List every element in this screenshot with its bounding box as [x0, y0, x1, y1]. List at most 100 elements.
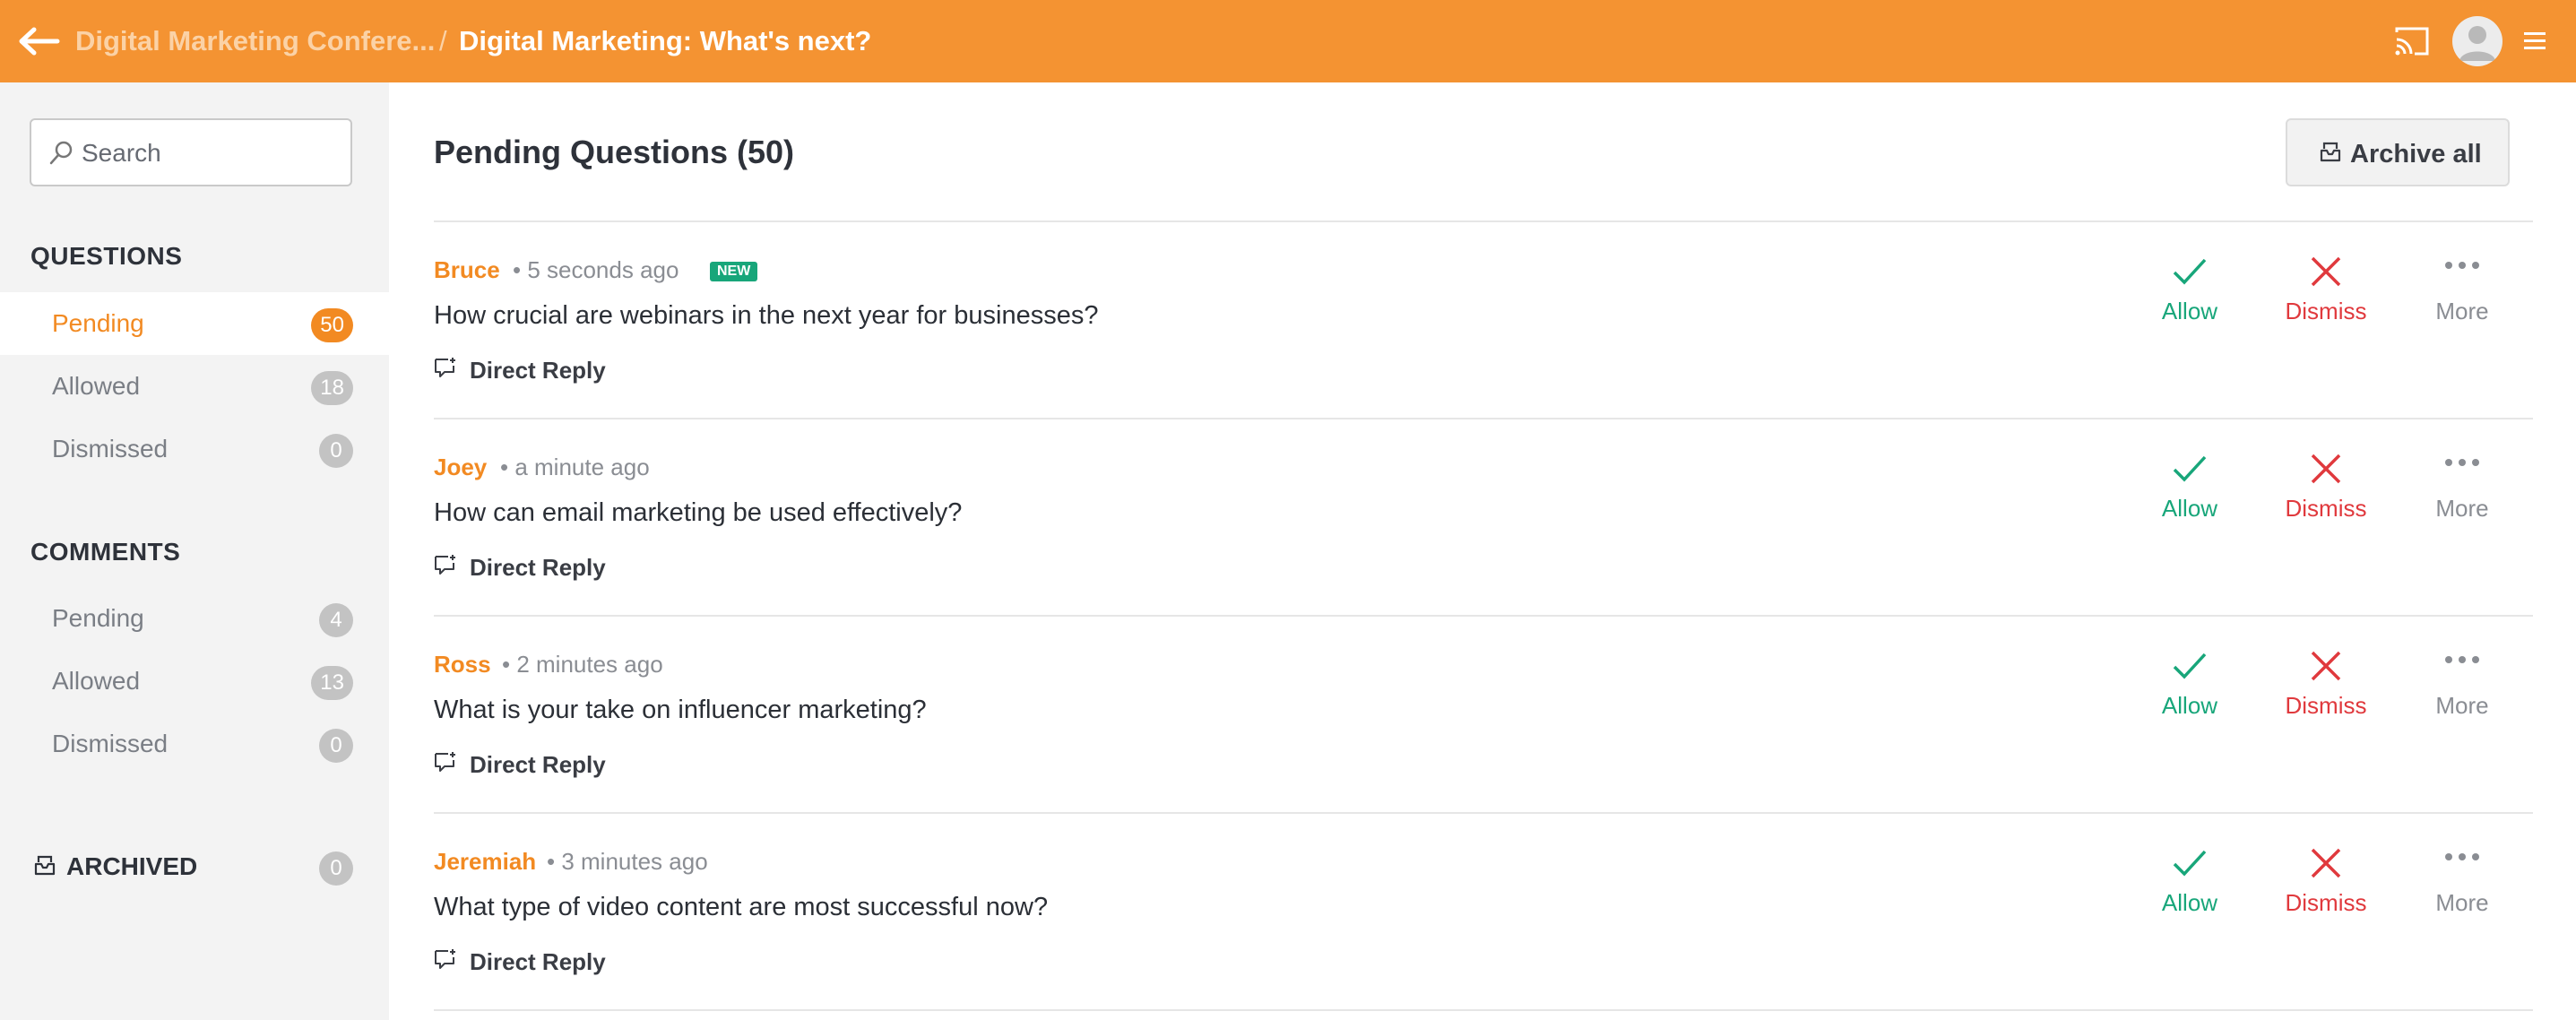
more-dots-icon — [2445, 656, 2479, 663]
count-badge: 13 — [311, 666, 353, 700]
reply-icon — [435, 555, 455, 575]
sidebar-item-label: ARCHIVED — [66, 852, 198, 880]
direct-reply-label: Direct Reply — [470, 751, 606, 778]
sidebar-item-label: Dismissed — [52, 435, 169, 462]
new-badge: NEW — [710, 262, 758, 281]
user-avatar[interactable] — [2452, 16, 2503, 66]
search-icon — [49, 141, 73, 165]
sidebar-item-questions-allowed[interactable]: Allowed 18 — [0, 355, 389, 418]
sidebar-item-questions-dismissed[interactable]: Dismissed 0 — [0, 418, 389, 480]
timestamp: • 3 minutes ago — [547, 848, 708, 875]
sidebar-item-label: Pending — [52, 309, 144, 337]
dismiss-button[interactable]: Dismiss — [2277, 642, 2375, 722]
close-icon — [2311, 454, 2341, 484]
cast-icon — [2395, 27, 2429, 56]
menu-button[interactable] — [2522, 27, 2547, 56]
sidebar-item-comments-allowed[interactable]: Allowed 13 — [0, 650, 389, 713]
timestamp: • a minute ago — [500, 454, 650, 480]
question-item: Bruce • 5 seconds ago NEW How crucial ar… — [434, 222, 2533, 419]
avatar-icon — [2459, 26, 2495, 61]
dismiss-button[interactable]: Dismiss — [2277, 839, 2375, 920]
allow-button[interactable]: Allow — [2140, 445, 2239, 525]
archive-icon — [34, 855, 56, 876]
archive-icon — [2320, 142, 2341, 162]
allow-button[interactable]: Allow — [2140, 247, 2239, 328]
sidebar-item-comments-dismissed[interactable]: Dismissed 0 — [0, 713, 389, 775]
count-badge: 0 — [319, 851, 353, 886]
archive-all-button[interactable]: Archive all — [2286, 118, 2510, 186]
author-name[interactable]: Jeremiah — [434, 848, 536, 876]
allow-label: Allow — [2161, 889, 2218, 916]
direct-reply-label: Direct Reply — [470, 554, 606, 581]
count-badge: 4 — [319, 603, 353, 637]
reply-icon — [435, 752, 455, 772]
check-icon — [2173, 653, 2207, 679]
search-input[interactable] — [82, 133, 341, 174]
question-item: Jeremiah • 3 minutes ago What type of vi… — [434, 814, 2533, 1011]
more-button[interactable]: More — [2413, 642, 2511, 722]
count-badge: 0 — [319, 729, 353, 763]
archive-all-label: Archive all — [2350, 140, 2482, 169]
reply-icon — [435, 949, 455, 969]
direct-reply-label: Direct Reply — [470, 948, 606, 975]
section-heading: Pending Questions (50) — [434, 134, 795, 170]
count-badge: 0 — [319, 434, 353, 468]
cast-button[interactable] — [2393, 23, 2431, 59]
direct-reply-label: Direct Reply — [470, 357, 606, 384]
count-badge: 18 — [311, 371, 353, 405]
check-icon — [2173, 455, 2207, 482]
dismiss-label: Dismiss — [2285, 889, 2367, 916]
sidebar-item-label: Pending — [52, 604, 144, 632]
sidebar-item-questions-pending[interactable]: Pending 50 — [0, 292, 389, 355]
search-box[interactable] — [30, 118, 352, 186]
dismiss-label: Dismiss — [2285, 495, 2367, 522]
allow-button[interactable]: Allow — [2140, 642, 2239, 722]
question-text: How can email marketing be used effectiv… — [434, 498, 963, 527]
more-button[interactable]: More — [2413, 247, 2511, 328]
allow-label: Allow — [2161, 692, 2218, 719]
close-icon — [2311, 848, 2341, 878]
question-item: Ross • 2 minutes ago What is your take o… — [434, 617, 2533, 814]
question-list: Bruce • 5 seconds ago NEW How crucial ar… — [434, 220, 2533, 1011]
more-dots-icon — [2445, 853, 2479, 860]
dismiss-label: Dismiss — [2285, 692, 2367, 719]
allow-label: Allow — [2161, 495, 2218, 522]
author-name[interactable]: Ross — [434, 651, 491, 679]
back-arrow-icon — [19, 27, 60, 56]
breadcrumb-parent-link[interactable]: Digital Marketing Confere... — [75, 23, 435, 59]
author-name[interactable]: Joey — [434, 454, 487, 481]
more-label: More — [2435, 298, 2489, 324]
more-label: More — [2435, 495, 2489, 522]
allow-label: Allow — [2161, 298, 2218, 324]
top-bar: Digital Marketing Confere... / Digital M… — [0, 0, 2576, 82]
question-text: What type of video content are most succ… — [434, 893, 1049, 921]
reply-icon — [435, 358, 455, 377]
dismiss-button[interactable]: Dismiss — [2277, 445, 2375, 525]
timestamp: • 5 seconds ago — [513, 256, 679, 283]
dismiss-button[interactable]: Dismiss — [2277, 247, 2375, 328]
allow-button[interactable]: Allow — [2140, 839, 2239, 920]
sidebar-item-archived[interactable]: ARCHIVED 0 — [0, 835, 389, 898]
check-icon — [2173, 258, 2207, 285]
check-icon — [2173, 850, 2207, 877]
breadcrumb-separator: / — [439, 25, 447, 56]
comments-section-title: COMMENTS — [30, 538, 181, 566]
back-button[interactable] — [16, 23, 61, 59]
sidebar-item-comments-pending[interactable]: Pending 4 — [0, 587, 389, 650]
sidebar-item-label: Allowed — [52, 372, 141, 400]
count-badge: 50 — [311, 308, 353, 342]
more-label: More — [2435, 692, 2489, 719]
more-dots-icon — [2445, 262, 2479, 269]
question-text: What is your take on influencer marketin… — [434, 696, 927, 724]
sidebar-item-label: Allowed — [52, 667, 141, 695]
questions-section-title: QUESTIONS — [30, 242, 183, 270]
close-icon — [2311, 256, 2341, 287]
hamburger-menu-icon — [2524, 32, 2546, 49]
sidebar: QUESTIONS Pending 50 Allowed 18 Dismisse… — [0, 82, 389, 1020]
more-dots-icon — [2445, 459, 2479, 466]
more-button[interactable]: More — [2413, 839, 2511, 920]
question-text: How crucial are webinars in the next yea… — [434, 301, 1099, 330]
more-button[interactable]: More — [2413, 445, 2511, 525]
author-name[interactable]: Bruce — [434, 256, 500, 284]
timestamp: • 2 minutes ago — [502, 651, 663, 678]
